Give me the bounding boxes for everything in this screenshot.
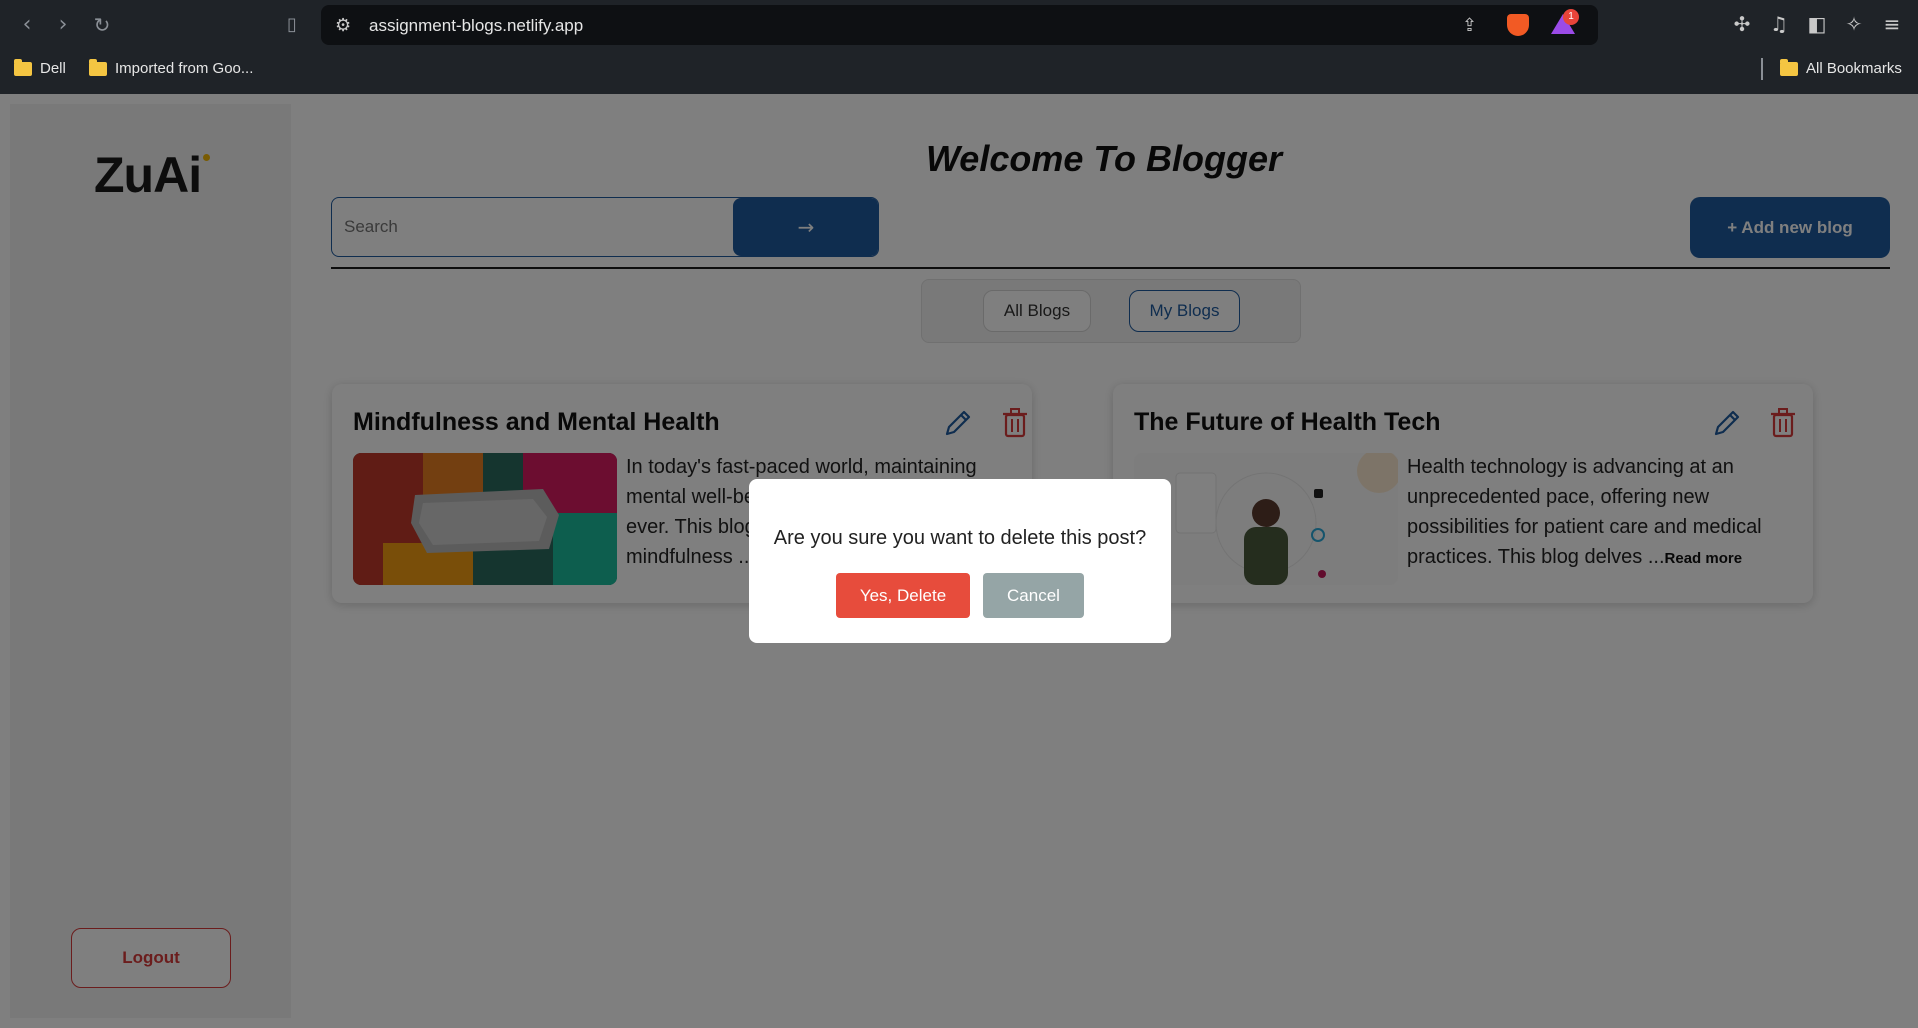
back-icon[interactable]: ‹ — [14, 12, 40, 38]
delete-confirm-dialog: Are you sure you want to delete this pos… — [749, 479, 1171, 643]
reload-icon[interactable]: ↻ — [89, 12, 115, 38]
share-icon[interactable]: ⇪ — [1462, 15, 1477, 36]
folder-icon — [1780, 58, 1798, 76]
folder-icon — [14, 58, 32, 76]
leo-icon[interactable]: ✧ — [1841, 12, 1867, 36]
bookmark-icon[interactable]: ▯ — [279, 12, 305, 38]
bookmark-folder-dell[interactable]: Dell — [14, 58, 66, 77]
bookmarks-bar: Dell Imported from Goo... All Bookmarks — [0, 52, 1918, 86]
all-bookmarks[interactable]: All Bookmarks — [1780, 58, 1902, 77]
forward-icon[interactable]: › — [50, 12, 76, 38]
media-icon[interactable]: ♫ — [1766, 12, 1792, 36]
site-settings-icon[interactable]: ⚙ — [335, 15, 351, 36]
dialog-message: Are you sure you want to delete this pos… — [773, 527, 1147, 549]
menu-icon[interactable]: ≡ — [1879, 12, 1905, 36]
address-bar[interactable]: ⚙ assignment-blogs.netlify.app ⇪ — [321, 5, 1598, 45]
extensions-icon[interactable]: ✣ — [1729, 12, 1755, 36]
confirm-delete-button[interactable]: Yes, Delete — [836, 573, 970, 618]
bookmark-label: Dell — [40, 60, 66, 77]
url-text[interactable]: assignment-blogs.netlify.app — [369, 16, 583, 36]
bookmark-label: All Bookmarks — [1806, 60, 1902, 77]
cancel-button[interactable]: Cancel — [983, 573, 1084, 618]
folder-icon — [89, 58, 107, 76]
rewards-badge: 1 — [1563, 9, 1579, 25]
bookmark-folder-imported[interactable]: Imported from Goo... — [89, 58, 254, 77]
sidebar-toggle-icon[interactable]: ◧ — [1804, 12, 1830, 36]
browser-toolbar: ‹ › ↻ ▯ ⚙ assignment-blogs.netlify.app ⇪… — [0, 0, 1918, 50]
bookmark-label: Imported from Goo... — [115, 60, 254, 77]
bookmarks-divider — [1761, 58, 1763, 80]
brave-shield-icon[interactable] — [1507, 14, 1529, 36]
browser-chrome: ‹ › ↻ ▯ ⚙ assignment-blogs.netlify.app ⇪… — [0, 0, 1918, 94]
